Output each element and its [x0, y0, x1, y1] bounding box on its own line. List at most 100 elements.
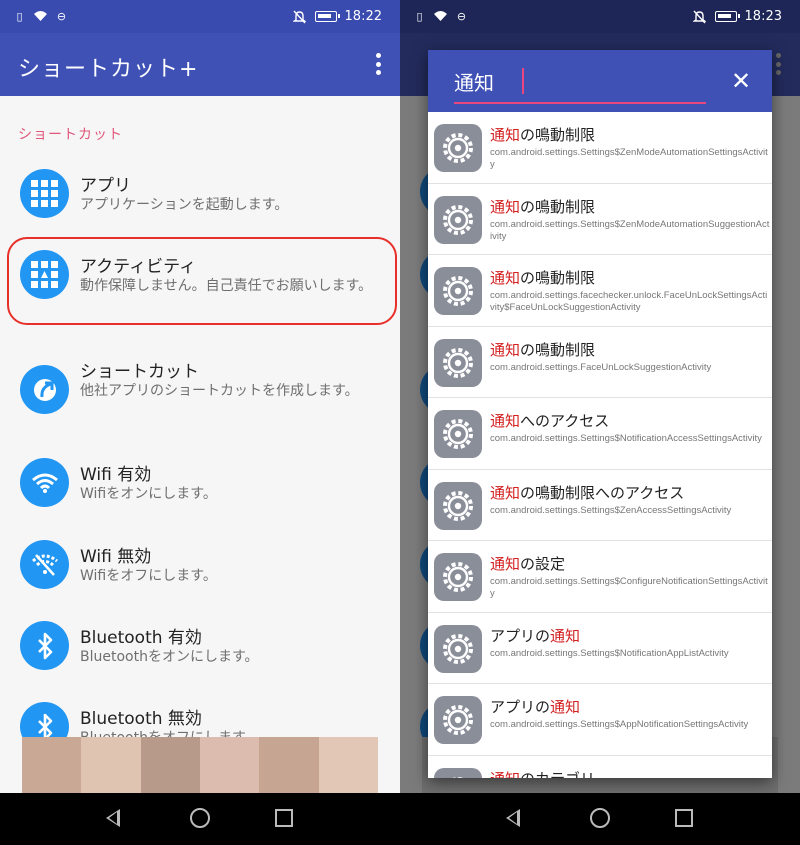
settings-gear-icon: [434, 624, 482, 673]
result-item[interactable]: 通知の鳴動制限 com.android.settings.Settings$Ze…: [428, 184, 772, 255]
result-package: com.android.settings.FaceUnLockSuggestio…: [490, 361, 712, 373]
search-header: ✕: [428, 50, 772, 112]
wifi-icon: [20, 458, 69, 507]
result-title: 通知の鳴動制限: [490, 197, 596, 216]
bluetooth-icon: [20, 621, 69, 670]
result-title: 通知へのアクセス: [490, 412, 610, 430]
search-input[interactable]: [454, 67, 704, 95]
list-item-subtitle: アプリケーションを起動します。: [80, 197, 289, 213]
result-title: アプリの通知: [490, 626, 581, 645]
section-header: ショートカット: [18, 127, 123, 143]
shortcut-list-screen: ▯ ⊖ 18:22 ショートカット+ ショートカット アプリ アプリケーションを…: [0, 0, 400, 845]
mute-icon: [292, 10, 307, 24]
wifi-status-icon: [433, 9, 448, 23]
list-item-title: Bluetooth 無効: [80, 709, 202, 729]
shortcut-arrow-icon: [20, 365, 69, 414]
result-package: com.android.settings.Settings$ZenModeAut…: [490, 218, 770, 242]
result-package: com.android.settings.facechecker.unlock.…: [490, 290, 768, 313]
result-item[interactable]: 通知のカテゴリ: [428, 756, 772, 779]
navigation-bar: [400, 793, 800, 845]
result-package: com.android.settings.Settings$AppNotific…: [490, 719, 749, 730]
text-cursor: [522, 68, 524, 94]
recent-apps-icon[interactable]: [675, 809, 693, 827]
settings-gear-icon: [434, 553, 482, 601]
list-item-shortcut[interactable]: ショートカット 他社アプリのショートカットを作成します。: [0, 355, 400, 425]
list-item-activity[interactable]: アクティビティ 動作保障しません。自己責任でお願いします。: [0, 250, 400, 320]
list-item-title: アクティビティ: [80, 257, 197, 277]
settings-gear-icon: [434, 195, 482, 244]
settings-gear-icon: [434, 767, 482, 778]
search-dialog: ✕ 通知の鳴動制限 com.android.settings.Settings$…: [428, 50, 772, 778]
search-underline: [454, 102, 706, 104]
mute-icon: [692, 10, 707, 24]
result-title: 通知の設定: [490, 555, 566, 573]
data-saver-icon: ⊖: [456, 9, 467, 23]
back-icon[interactable]: [506, 809, 520, 827]
list-item-bluetooth-on[interactable]: Bluetooth 有効 Bluetoothをオンにします。: [0, 621, 400, 681]
close-icon[interactable]: ✕: [728, 68, 754, 94]
list-item-subtitle: Bluetoothをオンにします。: [80, 649, 259, 665]
result-item[interactable]: 通知の鳴動制限 com.android.settings.Settings$Ze…: [428, 112, 772, 184]
status-time: 18:22: [344, 9, 382, 24]
result-item[interactable]: 通知の設定 com.android.settings.Settings$Conf…: [428, 541, 772, 613]
result-title: 通知の鳴動制限: [490, 126, 596, 144]
result-title: 通知の鳴動制限へのアクセス: [490, 483, 685, 502]
recent-apps-icon[interactable]: [275, 809, 293, 827]
wifi-off-icon: [20, 540, 69, 589]
battery-icon: [714, 11, 740, 22]
list-item-app[interactable]: アプリ アプリケーションを起動します。: [0, 167, 400, 227]
status-bar: ▯ ⊖ 18:23: [400, 0, 800, 33]
list-item-bluetooth-off[interactable]: Bluetooth 無効 Bluetoothをオフにします。: [0, 702, 400, 742]
result-item[interactable]: 通知へのアクセス com.android.settings.Settings$N…: [428, 398, 772, 470]
app-grid-icon: [20, 169, 69, 218]
list-item-title: Wifi 無効: [80, 547, 152, 567]
list-item-title: アプリ: [80, 176, 131, 196]
result-item[interactable]: 通知の鳴動制限へのアクセス com.android.settings.Setti…: [428, 470, 772, 541]
home-icon[interactable]: [190, 808, 210, 828]
search-results: 通知の鳴動制限 com.android.settings.Settings$Ze…: [428, 112, 772, 778]
overflow-menu-icon: [774, 53, 782, 75]
status-bar: ▯ ⊖ 18:22: [0, 0, 400, 33]
overflow-menu-icon[interactable]: [374, 53, 382, 75]
ad-banner[interactable]: [22, 737, 378, 793]
list-item-title: Bluetooth 有効: [80, 628, 202, 648]
settings-gear-icon: [434, 410, 482, 458]
result-package: com.android.settings.Settings$ZenModeAut…: [490, 147, 768, 170]
list-item-subtitle: 動作保障しません。自己責任でお願いします。: [80, 278, 373, 294]
result-item[interactable]: アプリの通知 com.android.settings.Settings$App…: [428, 684, 772, 756]
list-item-subtitle: 他社アプリのショートカットを作成します。: [80, 383, 359, 399]
sim-icon: ▯: [416, 9, 423, 23]
result-title: 通知の鳴動制限: [490, 269, 596, 287]
result-title: 通知の鳴動制限: [490, 340, 596, 359]
settings-gear-icon: [434, 124, 482, 172]
settings-gear-icon: [434, 481, 482, 530]
result-package: com.android.settings.Settings$Notificati…: [490, 433, 762, 444]
list-item-wifi-off[interactable]: Wifi 無効 Wifiをオフにします。: [0, 540, 400, 600]
list-item-wifi-on[interactable]: Wifi 有効 Wifiをオンにします。: [0, 458, 400, 518]
result-title: 通知のカテゴリ: [490, 768, 595, 779]
result-item[interactable]: 通知の鳴動制限 com.android.settings.FaceUnLockS…: [428, 327, 772, 398]
wifi-status-icon: [33, 9, 48, 23]
list-item-title: ショートカット: [80, 362, 199, 382]
sim-icon: ▯: [16, 9, 23, 23]
result-item[interactable]: アプリの通知 com.android.settings.Settings$Not…: [428, 613, 772, 684]
bluetooth-off-icon: [20, 702, 69, 742]
home-icon[interactable]: [590, 808, 610, 828]
app-title: ショートカット+: [18, 57, 199, 82]
status-time: 18:23: [744, 9, 782, 24]
result-package: com.android.settings.Settings$ConfigureN…: [490, 576, 768, 599]
activity-grid-icon: [20, 250, 69, 299]
list-item-title: Wifi 有効: [80, 465, 152, 485]
settings-gear-icon: [434, 696, 482, 744]
list-item-subtitle: Wifiをオフにします。: [80, 568, 217, 584]
activity-search-screen: ▯ ⊖ 18:23 ✕: [400, 0, 800, 845]
settings-gear-icon: [434, 338, 482, 387]
navigation-bar: [0, 793, 400, 845]
list-item-subtitle: Wifiをオンにします。: [80, 486, 217, 502]
app-bar: ショートカット+: [0, 33, 400, 96]
back-icon[interactable]: [106, 809, 120, 827]
settings-gear-icon: [434, 267, 482, 315]
result-item[interactable]: 通知の鳴動制限 com.android.settings.facechecker…: [428, 255, 772, 327]
result-package: com.android.settings.Settings$Notificati…: [490, 647, 729, 659]
result-title: アプリの通知: [490, 698, 581, 716]
